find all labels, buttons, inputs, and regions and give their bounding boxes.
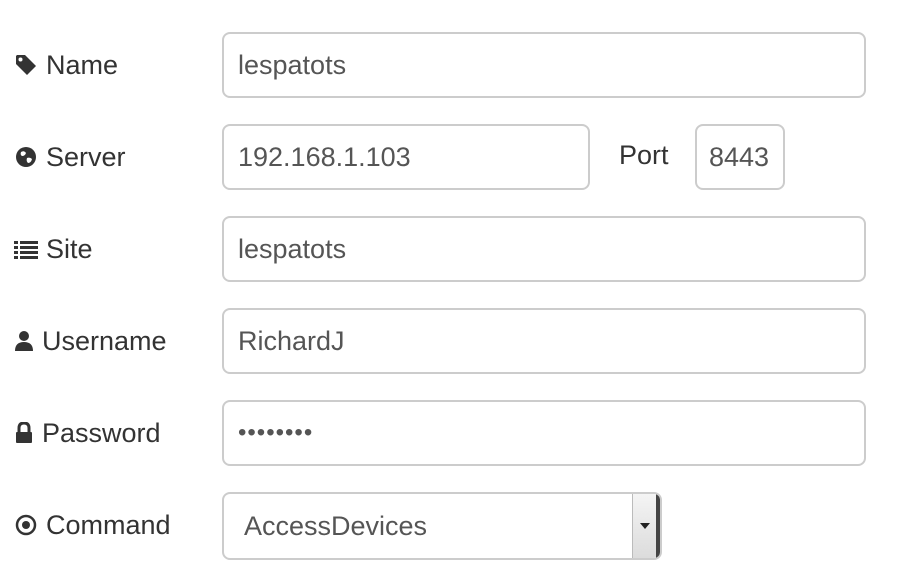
user-icon: [14, 329, 34, 353]
site-input[interactable]: [222, 216, 866, 282]
site-label-text: Site: [46, 233, 93, 264]
username-label-text: Username: [42, 325, 167, 356]
site-row: Site: [0, 216, 906, 282]
command-selected-value: AccessDevices: [244, 510, 428, 541]
dot-circle-icon: [14, 513, 38, 537]
list-icon: [14, 237, 38, 261]
server-label: Server: [14, 124, 126, 190]
command-select[interactable]: AccessDevices: [222, 492, 662, 560]
select-dropdown-button[interactable]: [632, 494, 660, 558]
name-label-text: Name: [46, 49, 119, 80]
password-input[interactable]: [222, 400, 866, 466]
server-label-text: Server: [46, 141, 126, 172]
site-label: Site: [14, 216, 93, 282]
password-row: Password: [0, 400, 906, 466]
username-label: Username: [14, 308, 167, 374]
chevron-down-icon: [639, 523, 650, 529]
username-input[interactable]: [222, 308, 866, 374]
name-label: Name: [14, 32, 118, 98]
tag-icon: [14, 53, 38, 77]
password-label: Password: [14, 400, 161, 466]
command-label: Command: [14, 492, 171, 558]
port-label: Port: [619, 139, 669, 170]
password-label-text: Password: [42, 417, 161, 448]
command-row: Command AccessDevices: [0, 492, 906, 560]
port-input[interactable]: [695, 124, 785, 190]
command-label-text: Command: [46, 509, 171, 540]
globe-icon: [14, 145, 38, 169]
server-row: Server Port: [0, 124, 906, 190]
server-input[interactable]: [222, 124, 590, 190]
name-input[interactable]: [222, 32, 866, 98]
lock-icon: [14, 421, 34, 445]
username-row: Username: [0, 308, 906, 374]
name-row: Name: [0, 32, 906, 98]
